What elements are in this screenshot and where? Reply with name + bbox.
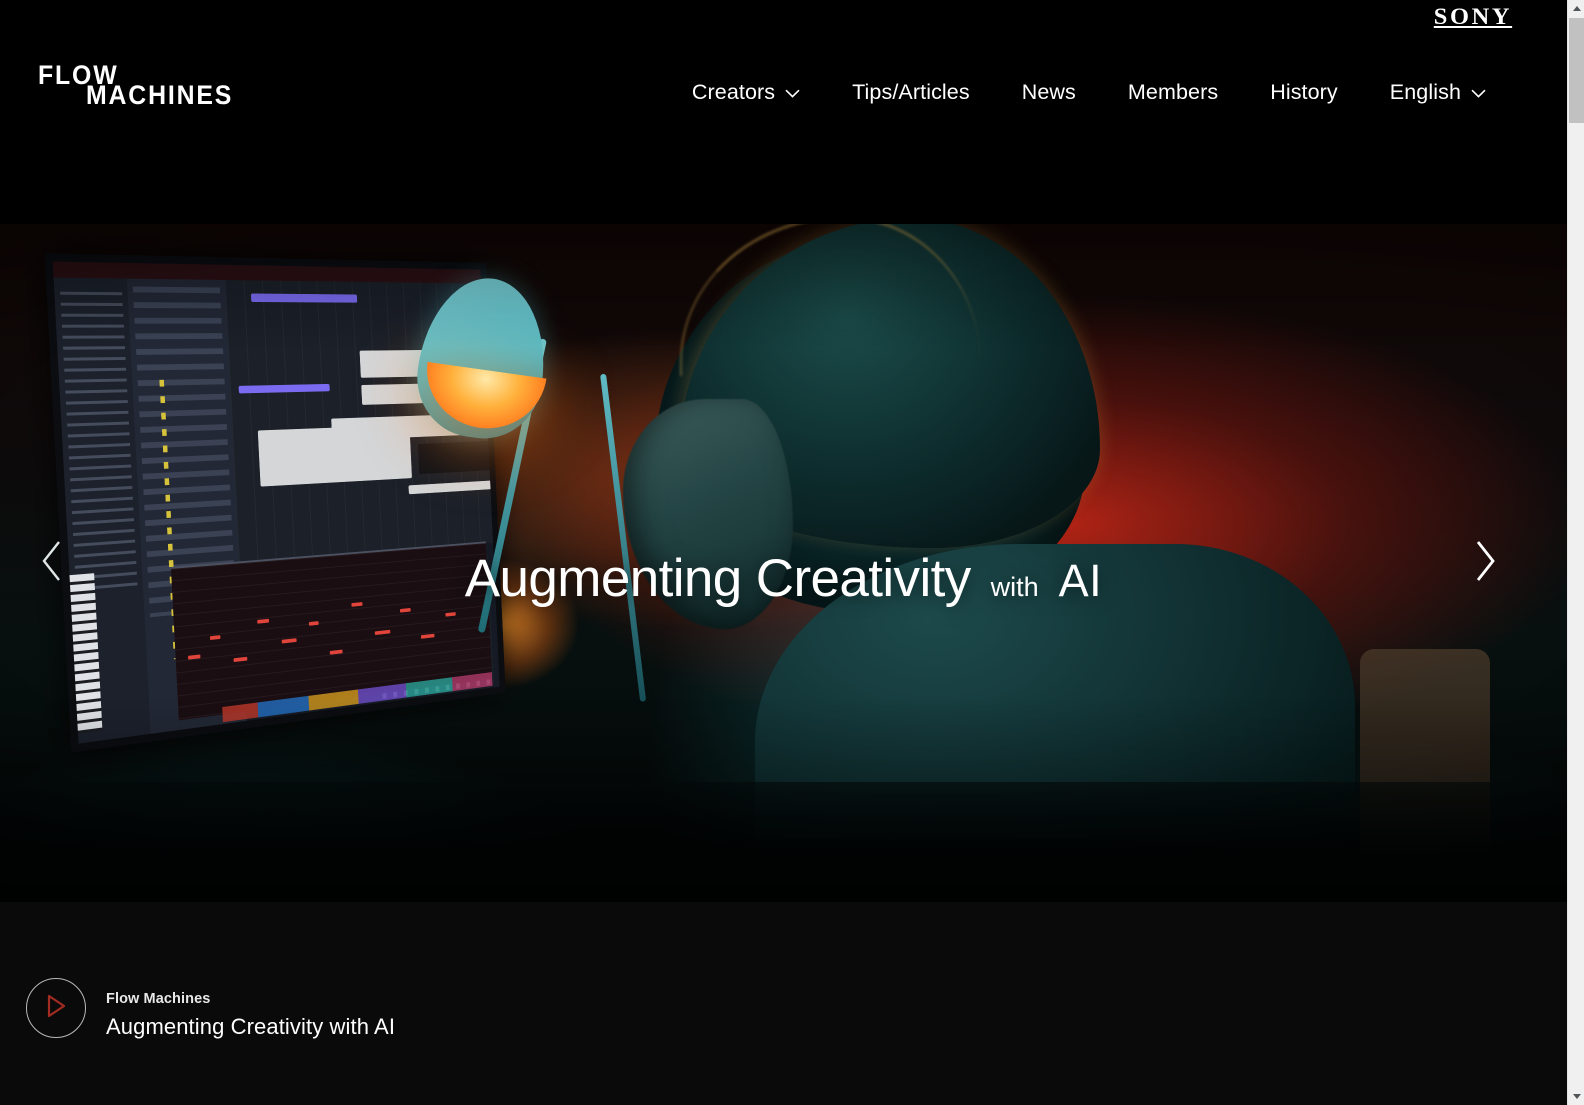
media-player-bar: Flow Machines Augmenting Creativity with… <box>0 902 1567 1105</box>
nav-label-language: English <box>1389 80 1461 104</box>
nav-item-history[interactable]: History <box>1244 78 1364 106</box>
nav-item-news[interactable]: News <box>996 78 1102 106</box>
carousel-prev-button[interactable] <box>26 530 78 596</box>
person-face <box>623 399 793 629</box>
nav-label-tips-articles: Tips/Articles <box>852 80 970 104</box>
logo-line-machines: MACHINES <box>86 80 234 110</box>
chevron-right-icon <box>1472 539 1498 588</box>
nav-label-members: Members <box>1127 80 1219 104</box>
player-program-name: Flow Machines <box>106 991 211 1007</box>
browser-viewport: SONY FLOW MACHINES Creators Tips/Article… <box>0 0 1567 1105</box>
corporate-bar: SONY <box>0 0 1567 34</box>
play-triangle-icon <box>44 993 68 1024</box>
player-track-info: Flow Machines Augmenting Creativity with… <box>106 990 395 1042</box>
chevron-left-icon <box>39 539 65 588</box>
nav-label-news: News <box>1021 80 1076 104</box>
scroll-up-arrow-icon[interactable] <box>1568 0 1584 17</box>
chevron-down-icon <box>785 89 800 98</box>
scroll-down-arrow-icon[interactable] <box>1568 1088 1584 1105</box>
nav-label-creators: Creators <box>691 80 776 104</box>
scrollbar-thumb[interactable] <box>1569 18 1584 123</box>
chevron-down-icon <box>1471 89 1486 98</box>
flow-machines-logo[interactable]: FLOW MACHINES <box>38 62 238 124</box>
hero-background-photo <box>0 224 1567 902</box>
nav-item-creators[interactable]: Creators <box>666 78 826 106</box>
sony-logo[interactable]: SONY <box>1434 4 1512 30</box>
carousel-next-button[interactable] <box>1459 530 1511 596</box>
nav-label-history: History <box>1270 80 1338 104</box>
nav-item-language-selector[interactable]: English <box>1364 78 1512 106</box>
page-root: SONY FLOW MACHINES Creators Tips/Article… <box>0 0 1584 1105</box>
play-button[interactable] <box>26 978 86 1038</box>
main-navigation: Creators Tips/Articles News Members Hist… <box>666 78 1512 106</box>
nav-item-tips-articles[interactable]: Tips/Articles <box>826 78 996 106</box>
nav-item-members[interactable]: Members <box>1102 78 1244 106</box>
hero-carousel: Augmenting Creativity with AI <box>0 224 1567 902</box>
desk-surface <box>0 782 1567 902</box>
player-track-title: Augmenting Creativity with AI <box>106 1014 396 1039</box>
site-header: FLOW MACHINES Creators Tips/Articles New… <box>0 34 1567 224</box>
browser-scrollbar[interactable] <box>1567 0 1584 1105</box>
